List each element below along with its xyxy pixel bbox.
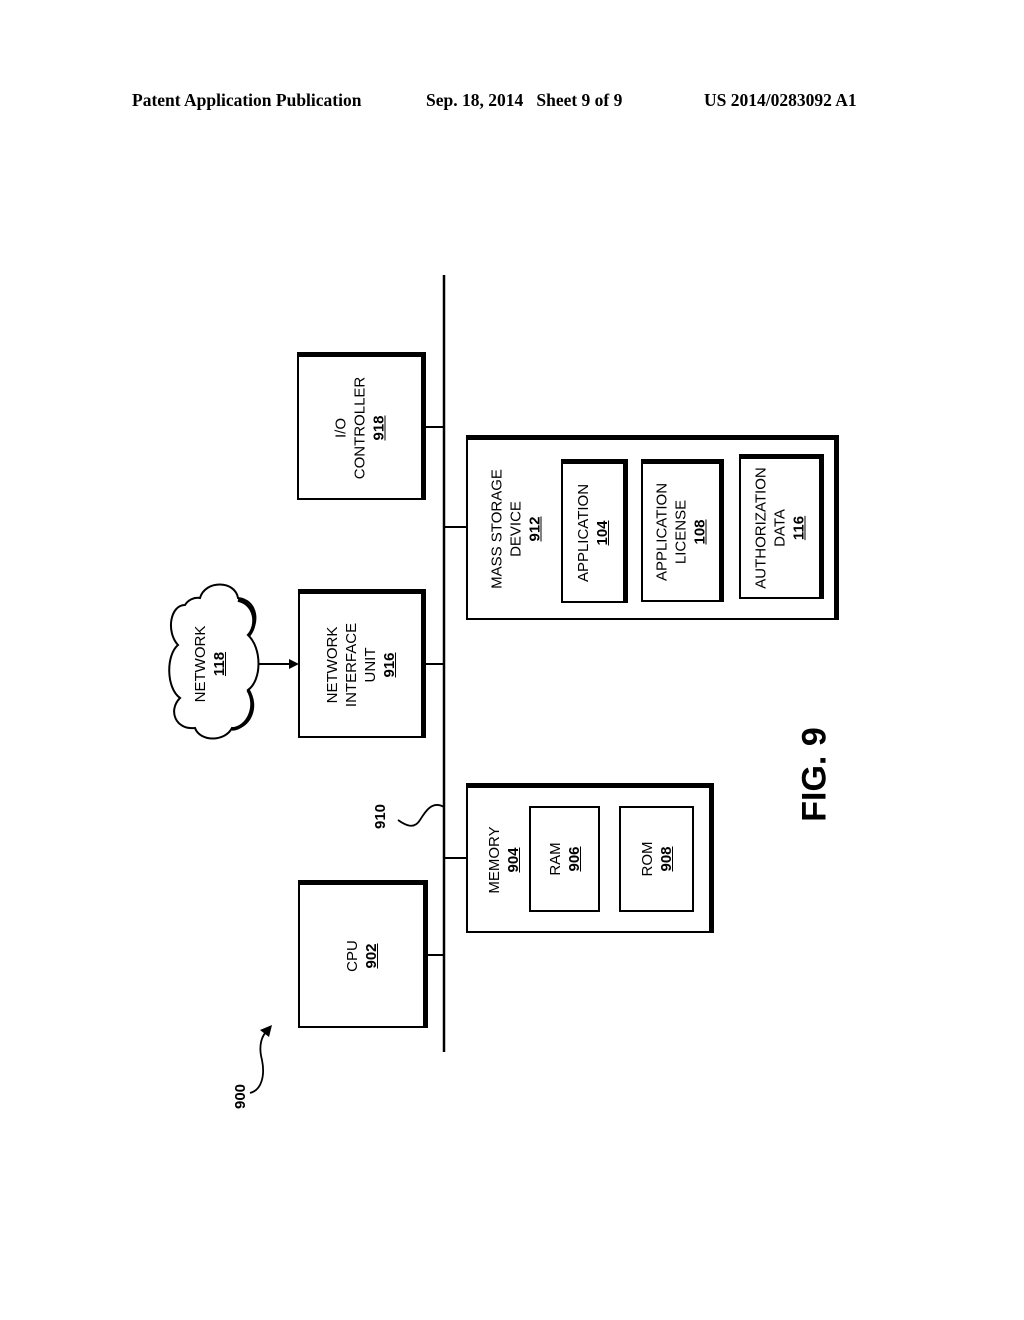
niu-ref: 916: [380, 652, 398, 678]
system-ref-arrowhead: [260, 1025, 272, 1037]
auth-ref: 116: [790, 515, 808, 541]
application-ref: 104: [594, 519, 611, 546]
ram-ref: 906: [565, 846, 583, 872]
network-name: NETWORK: [192, 625, 209, 703]
application-box: APPLICATION 104: [561, 459, 628, 603]
bus-ref-label: 910: [372, 803, 390, 830]
cpu-ref: 902: [362, 942, 380, 969]
io-line2: CONTROLLER: [351, 376, 369, 479]
network-interface-box: NETWORK INTERFACE UNIT 916: [298, 589, 426, 738]
cpu-name: CPU: [343, 939, 361, 972]
rom-name: ROM: [638, 841, 656, 877]
application-line1: APPLICATION: [575, 483, 592, 582]
rom-ref: 908: [657, 846, 675, 872]
license-line2: LICENSE: [672, 499, 690, 565]
network-ref: 118: [211, 651, 228, 677]
license-line1: APPLICATION: [653, 482, 671, 582]
auth-line1: AUTHORIZATION: [752, 467, 770, 589]
rom-box: ROM 908: [619, 806, 694, 912]
ram-box: RAM 906: [529, 806, 600, 912]
msd-line1: MASS STORAGE: [488, 469, 506, 589]
system-ref-leader: [249, 1029, 269, 1094]
msd-ref: 912: [526, 516, 544, 542]
figure-label: FIG. 9: [795, 727, 834, 822]
system-ref-label: 900: [232, 1083, 250, 1110]
bus-ref-leader: [397, 804, 445, 827]
ram-name: RAM: [546, 842, 564, 876]
authorization-data-box: AUTHORIZATION DATA 116: [739, 454, 824, 599]
memory-name: MEMORY: [486, 825, 503, 894]
memory-ref: 904: [505, 846, 522, 873]
niu-line3: UNIT: [361, 647, 379, 683]
cpu-box: CPU 902: [298, 880, 428, 1028]
niu-line2: INTERFACE: [342, 622, 360, 708]
license-ref: 108: [691, 519, 709, 545]
io-controller-box: I/O CONTROLLER 918: [297, 352, 426, 500]
auth-line2: DATA: [771, 509, 789, 547]
mass-storage-label-area: MASS STORAGE DEVICE 912: [476, 440, 556, 618]
memory-label-area: MEMORY 904: [474, 788, 534, 931]
niu-line1: NETWORK: [323, 626, 341, 704]
application-license-box: APPLICATION LICENSE 108: [641, 459, 724, 602]
io-ref: 918: [370, 414, 388, 441]
io-line1: I/O: [332, 417, 350, 438]
diagram-lines: [168, 275, 468, 1094]
msd-line2: DEVICE: [507, 501, 525, 557]
network-cloud-label: NETWORK 118: [175, 598, 245, 730]
